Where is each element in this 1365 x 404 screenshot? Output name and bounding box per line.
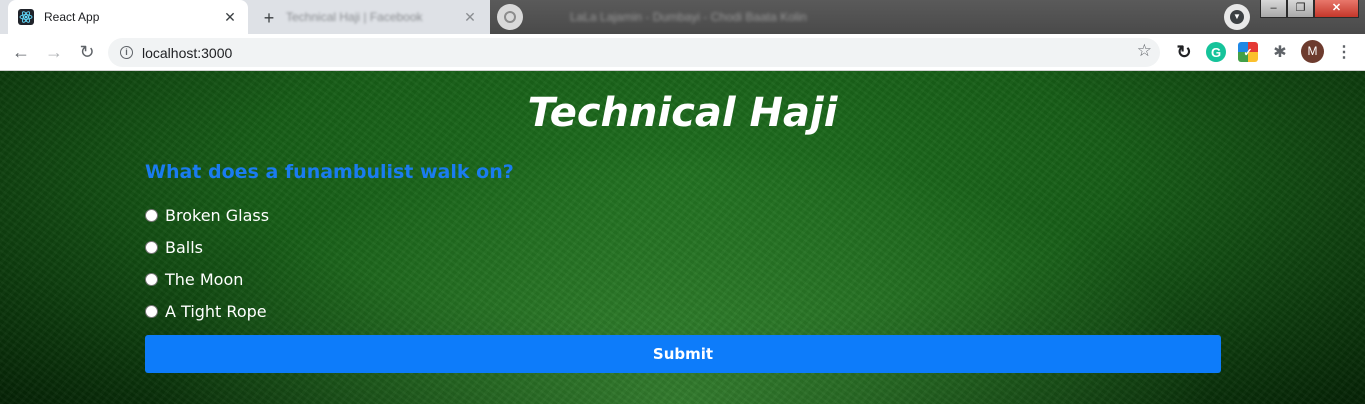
forward-button[interactable]: → <box>42 40 66 64</box>
reload-button[interactable]: ↻ <box>75 40 99 64</box>
chevron-down-icon: ▼ <box>1230 10 1244 24</box>
profile-avatar[interactable]: M <box>1301 40 1324 63</box>
minimize-button[interactable]: – <box>1260 0 1287 18</box>
browser-menu-icon[interactable]: ⋮ <box>1336 42 1352 62</box>
background-window-title: LaLa Lajamin - Dumbayi - Chodi Baata Kol… <box>570 10 807 24</box>
radio-button[interactable] <box>145 272 158 286</box>
radio-button[interactable] <box>145 304 158 318</box>
bookmark-star-icon[interactable]: ☆ <box>1137 41 1152 61</box>
sync-extension-icon[interactable]: ↻ <box>1174 42 1194 62</box>
grammarly-extension-icon[interactable]: G <box>1206 42 1226 62</box>
option-label: The Moon <box>165 269 244 289</box>
tab-facebook[interactable]: Technical Haji | Facebook ✕ <box>252 0 488 34</box>
tab-search-button[interactable]: ▼ <box>1224 4 1250 30</box>
option-label: Broken Glass <box>165 205 270 225</box>
option-label: Balls <box>165 237 204 257</box>
extensions-puzzle-icon[interactable]: ✱ <box>1270 42 1290 62</box>
back-button[interactable]: ← <box>9 40 33 64</box>
option-label: A Tight Rope <box>165 301 267 321</box>
answer-option[interactable]: A Tight Rope <box>145 295 269 327</box>
address-bar[interactable]: i localhost:3000 ☆ <box>108 38 1160 67</box>
close-tab-icon[interactable]: ✕ <box>222 9 238 26</box>
close-tab-icon[interactable]: ✕ <box>462 9 478 26</box>
answer-options: Broken Glass Balls The Moon A Tight Rope <box>145 199 269 327</box>
tab-title: React App <box>44 10 100 24</box>
answer-option[interactable]: Broken Glass <box>145 199 269 231</box>
window-controls: – ❐ ✕ <box>1260 0 1359 18</box>
background-window-icon <box>497 4 523 30</box>
restore-button[interactable]: ❐ <box>1287 0 1314 18</box>
page-title: Technical Haji <box>527 90 838 136</box>
site-info-icon[interactable]: i <box>120 46 133 59</box>
submit-button[interactable]: Submit <box>145 335 1221 373</box>
tab-strip: React App ✕ + Technical Haji | Facebook … <box>0 0 1365 34</box>
close-window-button[interactable]: ✕ <box>1314 0 1359 18</box>
browser-toolbar: ← → ↻ i localhost:3000 ☆ ↻ G ✓ ✱ M ⋮ <box>0 34 1365 71</box>
answer-option[interactable]: The Moon <box>145 263 269 295</box>
answer-option[interactable]: Balls <box>145 231 269 263</box>
quiz-question: What does a funambulist walk on? <box>145 161 514 183</box>
app-page: Technical Haji What does a funambulist w… <box>0 71 1365 404</box>
tab-react-app[interactable]: React App ✕ <box>8 0 248 34</box>
url-text[interactable]: localhost:3000 <box>142 45 232 61</box>
color-extension-icon[interactable]: ✓ <box>1238 42 1258 62</box>
radio-button[interactable] <box>145 208 158 222</box>
react-icon <box>18 9 34 25</box>
tab-title: Technical Haji | Facebook <box>286 10 423 24</box>
radio-button[interactable] <box>145 240 158 254</box>
